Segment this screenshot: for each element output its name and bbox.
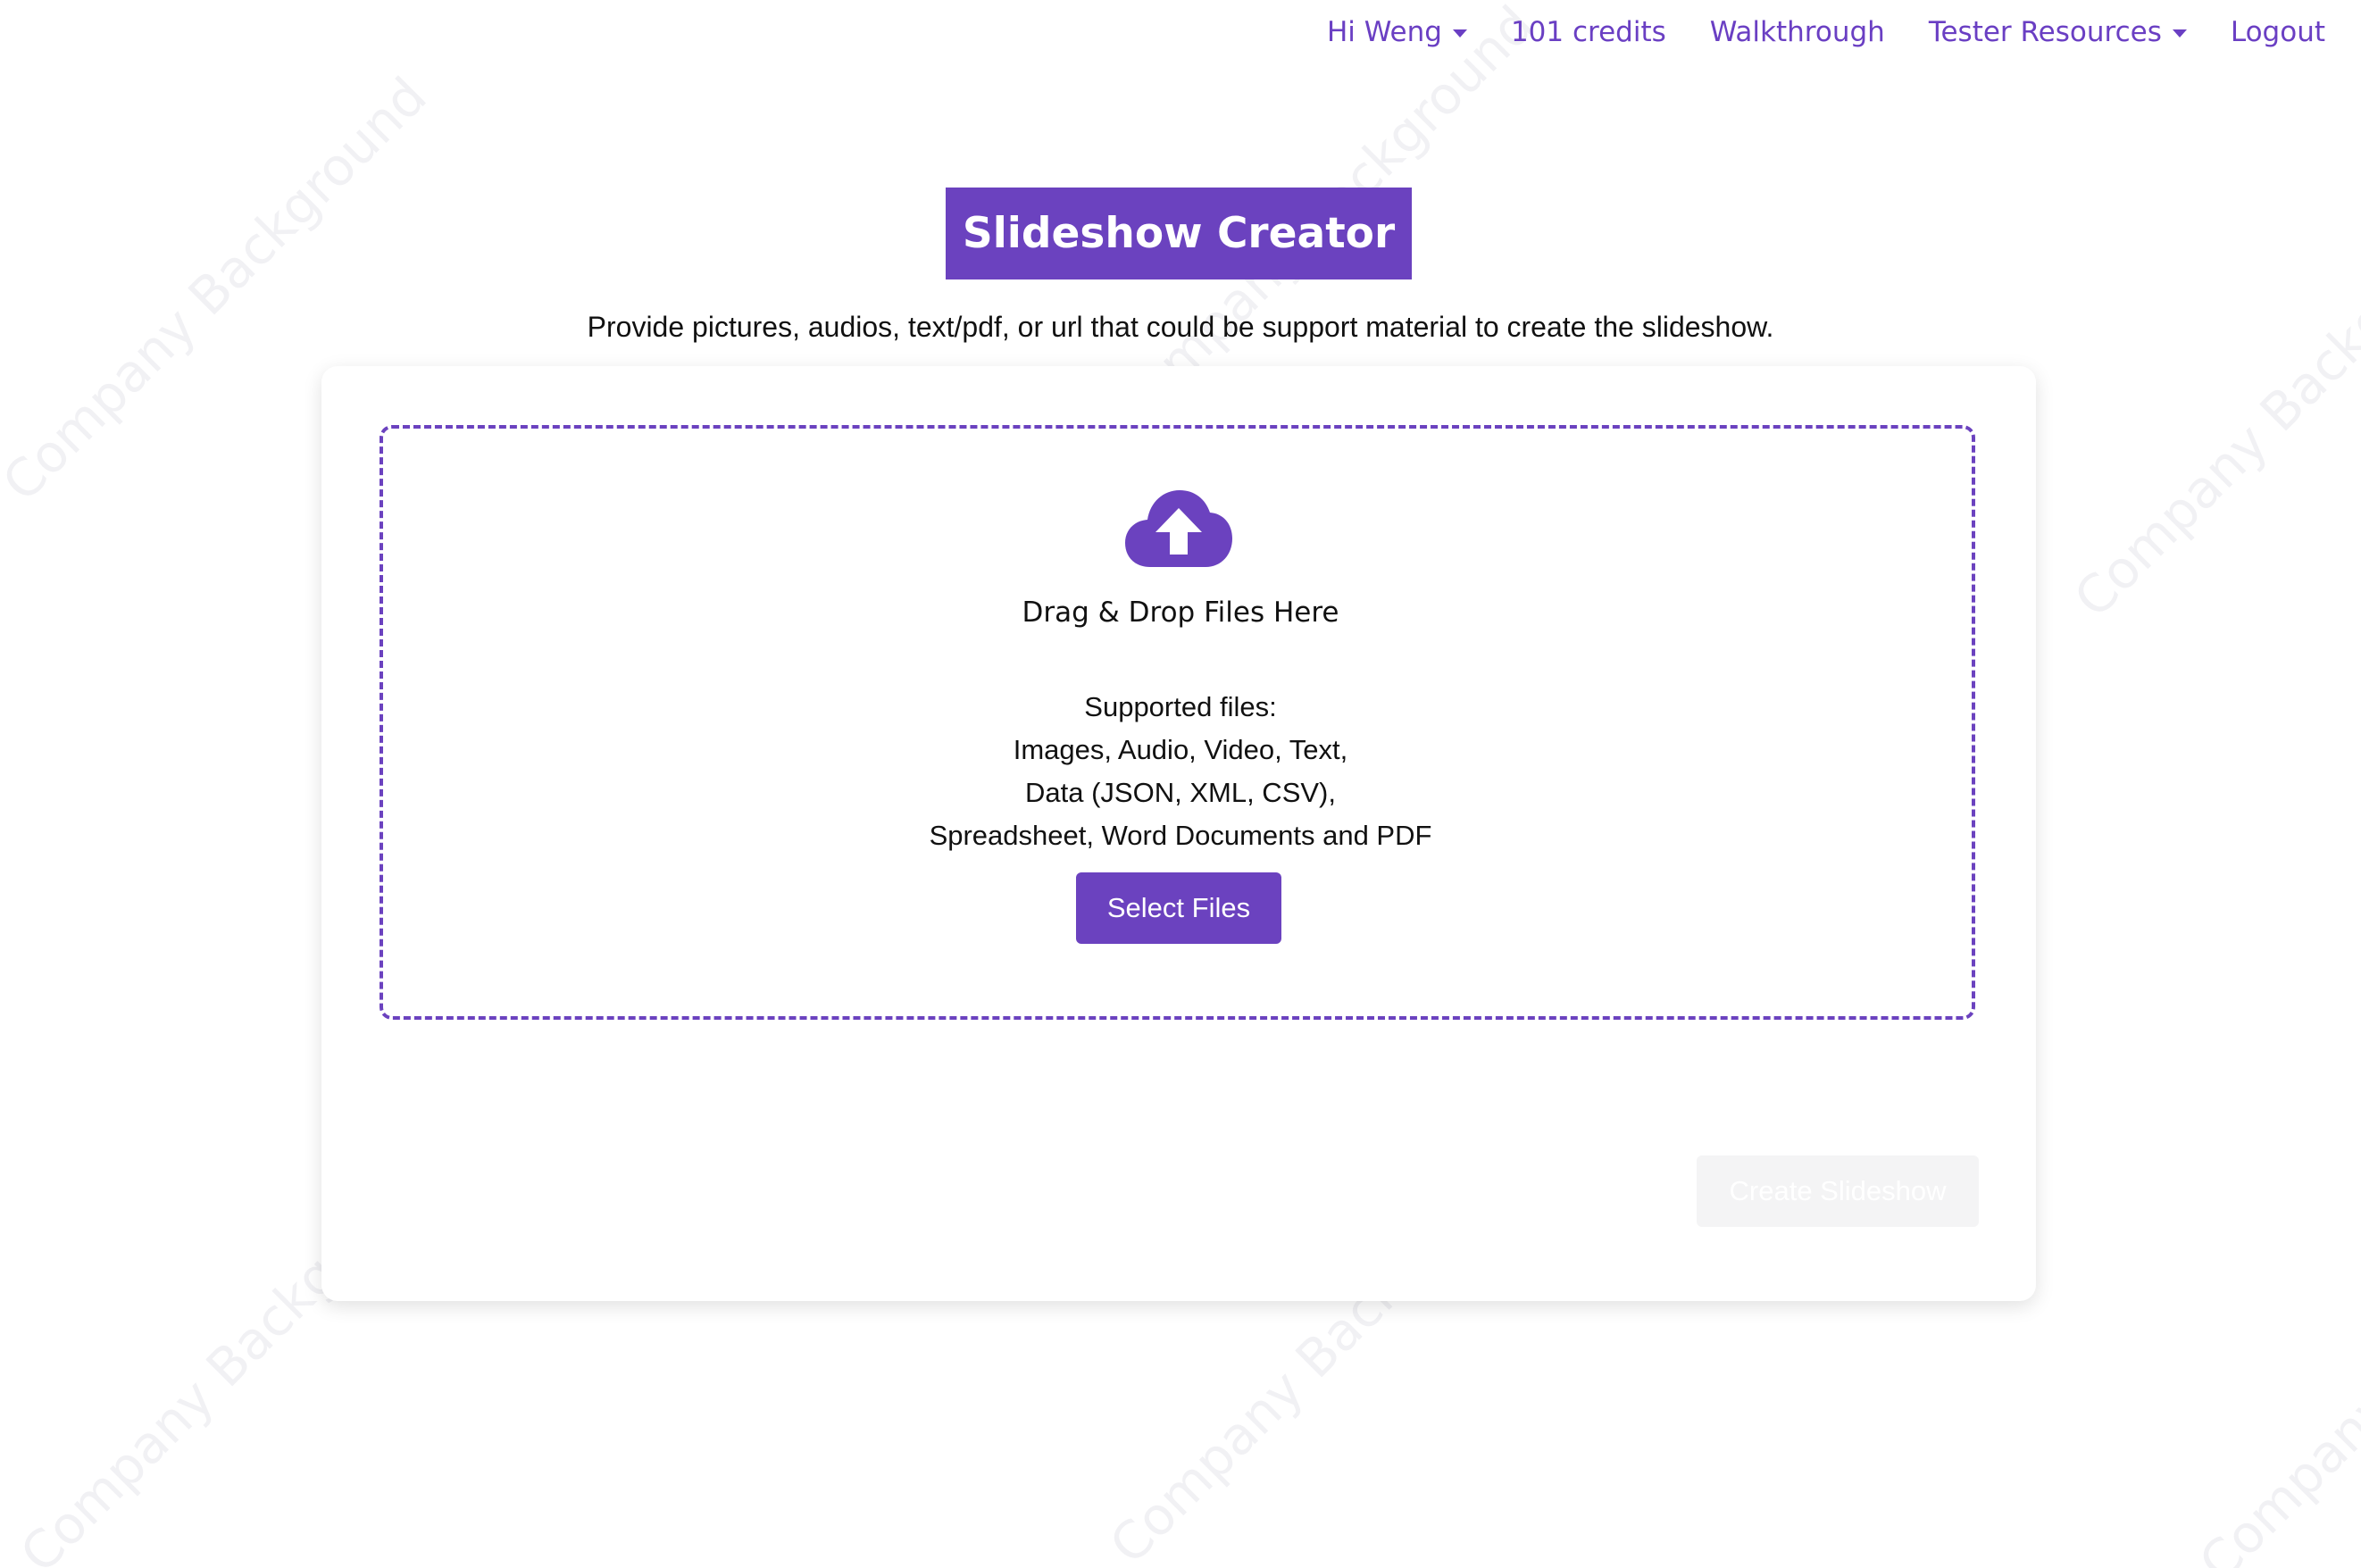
supported-files-line: Supported files:: [1084, 691, 1277, 722]
credits-link[interactable]: 101 credits: [1511, 9, 1666, 55]
user-menu-dropdown[interactable]: Hi Weng: [1327, 9, 1467, 55]
watermark-text: Company Background: [2062, 181, 2361, 630]
logout-link[interactable]: Logout: [2231, 9, 2325, 55]
top-nav: Hi Weng 101 credits Walkthrough Tester R…: [1327, 9, 2325, 55]
supported-files-line: Images, Audio, Video, Text,: [1013, 734, 1348, 765]
tester-resources-label: Tester Resources: [1928, 16, 2162, 48]
caret-down-icon: [1452, 29, 1467, 38]
cloud-upload-icon: [1125, 490, 1232, 567]
supported-files-line: Spreadsheet, Word Documents and PDF: [929, 820, 1432, 851]
user-menu-label: Hi Weng: [1326, 16, 1442, 48]
tester-resources-dropdown[interactable]: Tester Resources: [1929, 9, 2187, 55]
supported-files-line: Data (JSON, XML, CSV),: [1025, 777, 1336, 808]
caret-down-icon: [2172, 29, 2187, 38]
credits-label: 101 credits: [1510, 16, 1666, 48]
supported-files-text: Supported files: Images, Audio, Video, T…: [0, 686, 2361, 857]
walkthrough-label: Walkthrough: [1709, 16, 1885, 48]
page-subtitle: Provide pictures, audios, text/pdf, or u…: [587, 311, 1774, 343]
page-title: Slideshow Creator: [946, 188, 1412, 279]
select-files-button[interactable]: Select Files: [1076, 872, 1281, 944]
logout-label: Logout: [2230, 16, 2325, 48]
watermark-text: Company Background: [2187, 1147, 2361, 1568]
create-slideshow-button[interactable]: Create Slideshow: [1697, 1155, 1979, 1227]
drag-drop-label: Drag & Drop Files Here: [1022, 596, 1339, 629]
walkthrough-link[interactable]: Walkthrough: [1710, 9, 1885, 55]
